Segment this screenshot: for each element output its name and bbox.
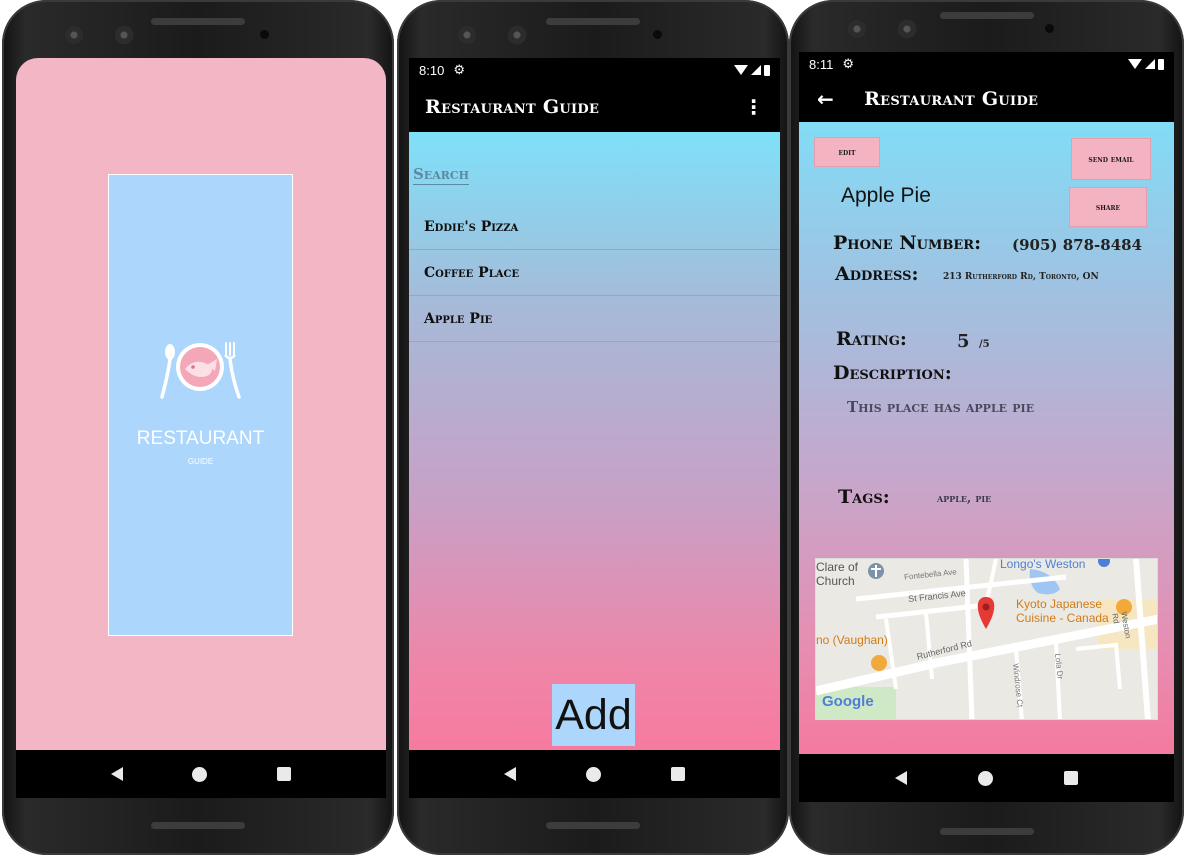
bottom-speaker-grille bbox=[546, 822, 640, 829]
nav-bar bbox=[16, 750, 386, 798]
map-label-church: Clare of Church bbox=[816, 560, 859, 588]
signal-icon bbox=[1145, 59, 1155, 69]
phone-label: Phone Number: bbox=[833, 232, 982, 254]
home-nav-icon[interactable] bbox=[586, 766, 601, 782]
proximity-sensor-icon bbox=[1045, 24, 1054, 33]
app-bar: ← Restaurant Guide bbox=[799, 76, 1174, 122]
front-sensor-icon bbox=[507, 25, 527, 45]
recents-nav-icon[interactable] bbox=[1064, 771, 1079, 785]
map-label-longos: Longo's Weston bbox=[1000, 558, 1086, 571]
detail-content: edit send email share Apple Pie Phone Nu… bbox=[799, 122, 1174, 754]
list-content: Search Eddie's Pizza Coffee Place Apple … bbox=[409, 132, 780, 750]
send-email-button[interactable]: send email bbox=[1071, 138, 1151, 180]
proximity-sensor-icon bbox=[653, 30, 662, 39]
app-title: Restaurant Guide bbox=[864, 88, 1039, 110]
list-item[interactable]: Eddie's Pizza bbox=[409, 204, 780, 250]
home-nav-icon[interactable] bbox=[977, 770, 993, 786]
battery-icon bbox=[764, 64, 770, 76]
speaker-grille bbox=[546, 18, 640, 25]
back-nav-icon[interactable] bbox=[504, 767, 516, 781]
nav-bar bbox=[799, 754, 1174, 802]
google-logo: Google bbox=[822, 693, 874, 710]
detail-screen: 8:11 ⚙ ← Restaurant Guide edit send emai… bbox=[799, 52, 1174, 802]
battery-icon bbox=[1158, 58, 1164, 70]
speaker-grille bbox=[939, 12, 1034, 19]
speaker-grille bbox=[151, 18, 245, 25]
address-label: Address: bbox=[835, 263, 919, 285]
list-item[interactable]: Apple Pie bbox=[409, 296, 780, 342]
status-time: 8:10 bbox=[419, 62, 445, 78]
status-bar: 8:11 ⚙ bbox=[799, 52, 1174, 76]
rating-max: /5 bbox=[979, 339, 990, 350]
address-value: 213 Rutherford Rd, Toronto, ON bbox=[943, 272, 1099, 282]
front-camera-icon bbox=[457, 25, 477, 45]
recents-nav-icon[interactable] bbox=[671, 767, 685, 781]
wifi-icon bbox=[1128, 59, 1142, 69]
app-bar: Restaurant Guide ⋮ bbox=[409, 82, 780, 132]
back-nav-icon[interactable] bbox=[110, 767, 123, 781]
splash-title: RESTAURANT bbox=[136, 428, 265, 449]
location-map[interactable]: Clare of Church Longo's Weston Fontebell… bbox=[815, 558, 1158, 720]
front-camera-icon bbox=[64, 25, 84, 45]
search-link[interactable]: Search bbox=[413, 165, 470, 185]
description-value: This place has apple pie bbox=[847, 398, 1035, 416]
settings-gear-icon: ⚙ bbox=[453, 62, 465, 77]
front-sensor-icon bbox=[114, 25, 134, 45]
front-sensor-icon bbox=[897, 19, 917, 39]
app-title: Restaurant Guide bbox=[425, 96, 600, 118]
splash-screen: RESTAURANT GUIDE bbox=[16, 58, 386, 798]
restaurant-list: Eddie's Pizza Coffee Place Apple Pie bbox=[409, 204, 780, 342]
list-screen: 8:10 ⚙ Restaurant Guide ⋮ Search Eddie's… bbox=[409, 58, 780, 798]
splash-subtitle: GUIDE bbox=[187, 457, 214, 466]
description-label: Description: bbox=[833, 362, 952, 384]
bottom-speaker-grille bbox=[939, 828, 1034, 835]
back-arrow-icon[interactable]: ← bbox=[817, 87, 834, 111]
list-item[interactable]: Coffee Place bbox=[409, 250, 780, 296]
phone-list: 8:10 ⚙ Restaurant Guide ⋮ Search Eddie's… bbox=[397, 0, 789, 855]
wifi-icon bbox=[734, 65, 748, 75]
proximity-sensor-icon bbox=[260, 30, 269, 39]
map-label-vaughan: no (Vaughan) bbox=[816, 633, 888, 647]
front-camera-icon bbox=[847, 19, 867, 39]
status-icons bbox=[1128, 58, 1164, 70]
signal-icon bbox=[751, 65, 761, 75]
phone-detail: 8:11 ⚙ ← Restaurant Guide edit send emai… bbox=[789, 0, 1184, 855]
overflow-menu-icon[interactable]: ⋮ bbox=[744, 95, 764, 119]
home-nav-icon[interactable] bbox=[192, 766, 208, 782]
share-button[interactable]: share bbox=[1069, 187, 1147, 227]
status-bar: 8:10 ⚙ bbox=[409, 58, 780, 82]
recents-nav-icon[interactable] bbox=[277, 767, 292, 781]
rating-label: Rating: bbox=[836, 328, 907, 350]
phone-splash: RESTAURANT GUIDE bbox=[2, 0, 394, 855]
status-icons bbox=[734, 64, 770, 76]
map-label-kyoto: Kyoto Japanese Cuisine - Canada bbox=[1016, 597, 1109, 625]
nav-bar bbox=[409, 750, 780, 798]
rating-value: 5 bbox=[957, 331, 970, 352]
settings-gear-icon: ⚙ bbox=[842, 56, 854, 71]
status-time: 8:11 bbox=[809, 56, 834, 72]
phone-value: (905) 878-8484 bbox=[1012, 236, 1143, 254]
plate-utensils-logo-icon bbox=[160, 342, 241, 399]
bottom-speaker-grille bbox=[151, 822, 245, 829]
restaurant-name: Apple Pie bbox=[841, 184, 931, 207]
back-nav-icon[interactable] bbox=[894, 771, 907, 785]
tags-value: apple, pie bbox=[937, 491, 992, 505]
edit-button[interactable]: edit bbox=[814, 137, 880, 167]
tags-label: Tags: bbox=[838, 486, 890, 508]
splash-logo-card: RESTAURANT GUIDE bbox=[108, 174, 293, 636]
add-button[interactable]: Add bbox=[552, 684, 635, 746]
